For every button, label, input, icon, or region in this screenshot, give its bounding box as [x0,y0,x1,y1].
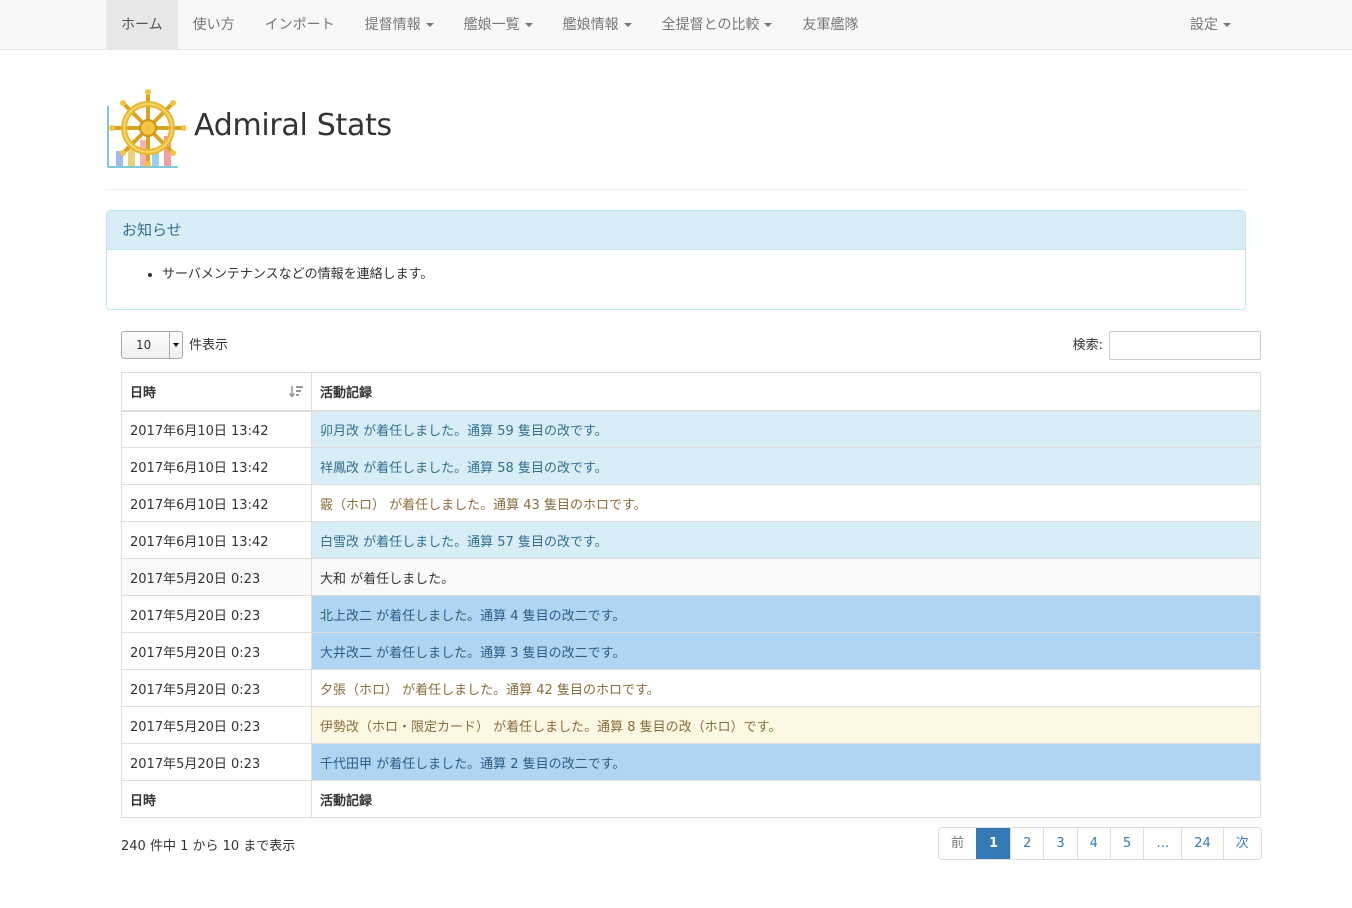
page-button[interactable]: 24 [1181,828,1223,859]
record-cell: 大和 が着任しました。 [311,558,1261,596]
page-button[interactable]: 4 [1076,828,1110,859]
previous-page-button[interactable]: 前 [939,828,976,859]
page-length-label: 件表示 [189,337,229,353]
caret-down-icon [623,23,632,27]
notice-heading: お知らせ [107,211,1245,250]
table-body: 2017年6月10日 13:42 卯月改 が着任しました。通算 59 隻目の改です… [121,410,1261,781]
nav-item-label: 艦娘情報 [562,17,619,33]
time-cell: 2017年5月20日 0:23 [121,743,312,781]
table-row: 2017年6月10日 13:42 祥鳳改 が着任しました。通算 58 隻目の改です… [121,447,1261,485]
record-cell: 祥鳳改 が着任しました。通算 58 隻目の改です。 [311,447,1261,485]
page-button: … [1143,828,1181,859]
nav-item-label: 設定 [1190,17,1218,33]
dropdown-arrow-icon [169,332,182,358]
sort-descending-icon [289,386,303,398]
column-header-label: 日時 [130,385,157,401]
time-cell: 2017年6月10日 13:42 [121,447,312,485]
record-cell: 卯月改 が着任しました。通算 59 隻目の改です。 [311,410,1261,448]
table-row: 2017年5月20日 0:23 大井改二 が着任しました。通算 3 隻目の改二です… [121,632,1261,670]
search-label: 検索: [1072,338,1103,353]
activity-table: 日時 活動記録 2017年6月10日 13:42 卯月改 が着任しました。通算 5… [121,372,1261,818]
nav-item-2[interactable]: インポート [250,0,350,50]
record-cell: 霰（ホロ） が着任しました。通算 43 隻目のホロです。 [311,484,1261,522]
nav-item-0[interactable]: ホーム [106,0,178,50]
column-header-time[interactable]: 日時 [121,372,312,412]
record-cell: 北上改二 が着任しました。通算 4 隻目の改二です。 [311,595,1261,633]
page-button[interactable]: 2 [1010,828,1043,859]
nav-item-label: ホーム [121,17,163,33]
record-cell: 伊勢改（ホロ・限定カード） が着任しました。通算 8 隻目の改（ホロ）です。 [311,706,1261,744]
nav-item-5[interactable]: 艦娘情報 [548,0,647,50]
search-input[interactable] [1109,331,1261,360]
time-cell: 2017年5月20日 0:23 [121,706,312,744]
ship-wheel-logo-icon [107,89,186,168]
page-header: Admiral Stats [106,88,1246,190]
column-footer-record: 活動記録 [311,780,1261,818]
nav-item-label: 艦娘一覧 [463,17,520,33]
caret-down-icon [764,23,773,27]
nav-item-3[interactable]: 提督情報 [350,0,449,50]
time-cell: 2017年5月20日 0:23 [121,558,312,596]
table-row: 2017年6月10日 13:42 卯月改 が着任しました。通算 59 隻目の改です… [121,410,1261,448]
record-cell: 白雪改 が着任しました。通算 57 隻目の改です。 [311,521,1261,559]
nav-item-6[interactable]: 全提督との比較 [647,0,788,50]
nav-right: 設定 [1175,0,1246,50]
time-cell: 2017年6月10日 13:42 [121,410,312,448]
nav-item-7[interactable]: 友軍艦隊 [787,0,873,50]
nav-item-label: 使い方 [192,17,235,33]
nav-item-label: 全提督との比較 [661,17,760,33]
table-row: 2017年5月20日 0:23 伊勢改（ホロ・限定カード） が着任しました。通算 … [121,706,1261,744]
notice-list: サーバメンテナンスなどの情報を連絡します。 [122,265,1230,285]
table-row: 2017年6月10日 13:42 白雪改 が着任しました。通算 57 隻目の改です… [121,521,1261,559]
caret-down-icon [425,23,434,27]
page-length-select[interactable]: 10 [121,331,183,359]
caret-down-icon [1223,23,1231,27]
nav-item-4[interactable]: 艦娘一覧 [449,0,548,50]
time-cell: 2017年5月20日 0:23 [121,595,312,633]
table-footer-row: 日時 活動記録 [121,780,1261,818]
pagination: 前 1 2 3 4 5… 24 次 [938,827,1262,860]
table-info: 240 件中 1 から 10 まで表示 [121,839,296,854]
nav-item-label: 提督情報 [364,17,421,33]
main-nav: ホーム 使い方 インポート 提督情報 艦娘一覧 艦娘情報 全提督との比較 友軍艦隊 [106,0,873,50]
time-cell: 2017年5月20日 0:23 [121,669,312,707]
time-cell: 2017年6月10日 13:42 [121,484,312,522]
column-footer-time: 日時 [121,780,312,818]
page-button[interactable]: 3 [1043,828,1076,859]
table-row: 2017年6月10日 13:42 霰（ホロ） が着任しました。通算 43 隻目のホ… [121,484,1261,522]
column-header-record[interactable]: 活動記録 [311,372,1261,412]
nav-item-label: インポート [264,17,335,33]
table-row: 2017年5月20日 0:23 夕張（ホロ） が着任しました。通算 42 隻目のホ… [121,669,1261,707]
time-cell: 2017年6月10日 13:42 [121,521,312,559]
record-cell: 千代田甲 が着任しました。通算 2 隻目の改二です。 [311,743,1261,781]
table-row: 2017年5月20日 0:23 大和 が着任しました。 [121,558,1261,596]
nav-item-settings[interactable]: 設定 [1175,0,1246,50]
page-title: Admiral Stats [194,108,392,143]
nav-item-label: 友軍艦隊 [802,17,859,33]
caret-down-icon [524,23,533,27]
record-cell: 大井改二 が着任しました。通算 3 隻目の改二です。 [311,632,1261,670]
table-row: 2017年5月20日 0:23 千代田甲 が着任しました。通算 2 隻目の改二です… [121,743,1261,781]
table-row: 2017年5月20日 0:23 北上改二 が着任しました。通算 4 隻目の改二です… [121,595,1261,633]
page-length-value: 10 [136,338,152,352]
page-button[interactable]: 5 [1109,828,1143,859]
page-button[interactable]: 1 [976,828,1011,859]
notice-item: サーバメンテナンスなどの情報を連絡します。 [162,265,1230,285]
time-cell: 2017年5月20日 0:23 [121,632,312,670]
notice-body: サーバメンテナンスなどの情報を連絡します。 [107,250,1245,295]
nav-item-1[interactable]: 使い方 [178,0,250,50]
table-header-row: 日時 活動記録 [121,372,1261,412]
navbar: ホーム 使い方 インポート 提督情報 艦娘一覧 艦娘情報 全提督との比較 友軍艦隊 設定 [0,0,1352,50]
search-control: 検索: [1073,331,1261,360]
next-page-button[interactable]: 次 [1222,828,1261,859]
notice-panel: お知らせ サーバメンテナンスなどの情報を連絡します。 [106,210,1246,310]
column-header-label: 活動記録 [320,385,373,401]
page-length-control: 10 件表示 [121,331,228,359]
record-cell: 夕張（ホロ） が着任しました。通算 42 隻目のホロです。 [311,669,1261,707]
